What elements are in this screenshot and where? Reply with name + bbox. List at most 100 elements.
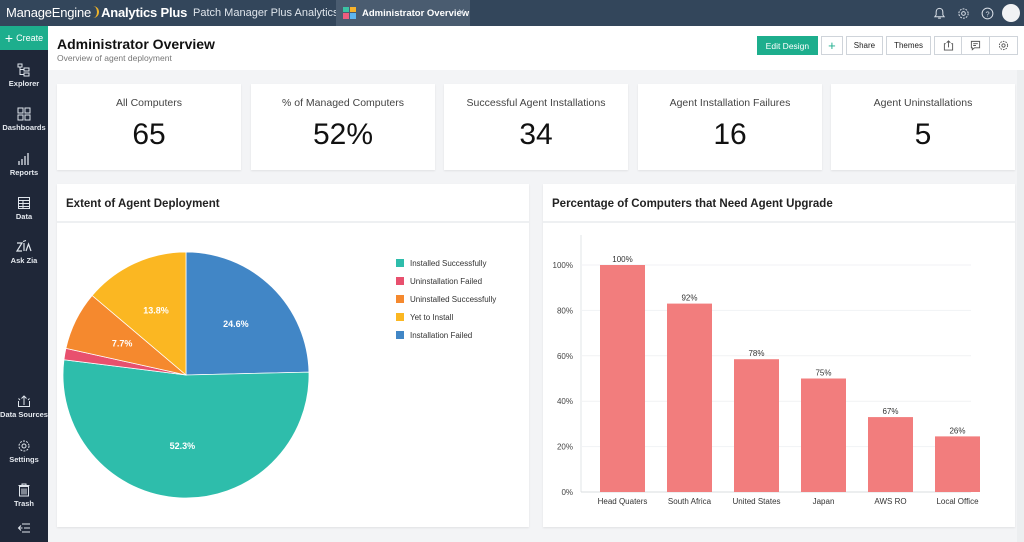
- share-button[interactable]: Share: [845, 36, 884, 55]
- gear-icon: [998, 40, 1009, 51]
- sidebar-item-settings[interactable]: Settings: [0, 439, 48, 464]
- bar-data-label: 92%: [681, 294, 697, 303]
- app-logo[interactable]: ManageEngine Analytics Plus: [6, 0, 187, 26]
- zia-icon: [16, 240, 32, 252]
- export-button[interactable]: [934, 36, 962, 55]
- legend-item[interactable]: Installed Successfully: [396, 254, 496, 272]
- bar-local-office[interactable]: [935, 436, 980, 492]
- legend-item[interactable]: Uninstallation Failed: [396, 272, 496, 290]
- themes-button[interactable]: Themes: [886, 36, 931, 55]
- bar-head-quaters[interactable]: [600, 265, 645, 492]
- workspace-selector[interactable]: Patch Manager Plus Analytics⌄: [193, 0, 350, 26]
- tab-administrator-overview[interactable]: Administrator Overview ×: [336, 0, 470, 26]
- brand-name-part2: Analytics Plus: [101, 5, 188, 20]
- explorer-tree-icon: [17, 63, 30, 77]
- kpi-uninstallations[interactable]: Agent Uninstallations 5: [831, 84, 1015, 170]
- bar-aws-ro[interactable]: [868, 417, 913, 492]
- legend-swatch: [396, 331, 404, 339]
- bar-japan[interactable]: [801, 378, 846, 493]
- kpi-all-computers[interactable]: All Computers 65: [57, 84, 241, 170]
- pie-slice-installation-failed[interactable]: [185, 251, 310, 376]
- x-tick-label: Head Quaters: [598, 497, 648, 506]
- pie-data-label: 7.7%: [112, 338, 133, 348]
- sidebar-item-dashboards[interactable]: Dashboards: [0, 107, 48, 132]
- kpi-title: All Computers: [116, 97, 182, 109]
- pie-slice-installed-successfully[interactable]: [62, 359, 310, 499]
- legend-label: Installed Successfully: [410, 258, 487, 268]
- legend-label: Uninstalled Successfully: [410, 294, 497, 304]
- gear-icon[interactable]: [951, 0, 975, 26]
- sidebar-item-data-sources[interactable]: Data Sources: [0, 394, 48, 419]
- y-tick-label: 40%: [557, 397, 573, 406]
- collapse-sidebar-button[interactable]: [0, 522, 48, 536]
- legend-item[interactable]: Yet to Install: [396, 308, 496, 326]
- bar-south-africa[interactable]: [667, 303, 712, 492]
- plus-icon: +: [4, 30, 14, 46]
- dashboard-tab-icon: [343, 7, 356, 19]
- kpi-value: 65: [132, 118, 166, 151]
- legend-label: Installation Failed: [410, 330, 473, 340]
- bar-chart-title: Percentage of Computers that Need Agent …: [543, 184, 1015, 223]
- settings-button[interactable]: [990, 36, 1018, 55]
- avatar[interactable]: [1002, 4, 1020, 22]
- kpi-title: Agent Uninstallations: [873, 97, 973, 109]
- kpi-value: 16: [713, 118, 747, 151]
- sidebar-item-trash[interactable]: Trash: [0, 483, 48, 508]
- data-table-icon: [18, 197, 30, 209]
- kpi-title: % of Managed Computers: [282, 97, 404, 109]
- page-title: Administrator Overview: [57, 36, 215, 52]
- legend-item[interactable]: Installation Failed: [396, 326, 496, 344]
- legend-swatch: [396, 277, 404, 285]
- brand-name-part1: ManageEngine: [6, 5, 92, 20]
- close-icon[interactable]: ×: [458, 6, 465, 18]
- bar-chart: 0% 20% 40% 60% 80% 100% 100% Head Quaters 92% Sou…: [553, 235, 980, 506]
- bar-united-states[interactable]: [734, 359, 779, 492]
- tab-label: Administrator Overview: [362, 7, 470, 19]
- sidebar-item-explorer[interactable]: Explorer: [0, 63, 48, 88]
- bar-chart-panel: Percentage of Computers that Need Agent …: [543, 184, 1015, 527]
- scrollbar[interactable]: [1017, 70, 1024, 542]
- create-button[interactable]: + Create: [0, 26, 48, 50]
- y-tick-label: 100%: [553, 261, 573, 270]
- create-label: Create: [16, 33, 44, 43]
- kpi-managed-computers[interactable]: % of Managed Computers 52%: [251, 84, 435, 170]
- sidebar-label: Explorer: [8, 79, 40, 88]
- add-button[interactable]: +: [821, 36, 843, 55]
- kpi-value: 5: [914, 118, 932, 151]
- kpi-successful-installations[interactable]: Successful Agent Installations 34: [444, 84, 628, 170]
- sidebar-item-ask-zia[interactable]: Ask Zia: [0, 240, 48, 265]
- x-tick-label: Japan: [813, 497, 835, 506]
- pie-chart-panel: Extent of Agent Deployment 24.6% 52.3% 7.7…: [57, 184, 529, 527]
- help-icon[interactable]: ?: [975, 0, 999, 26]
- legend-item[interactable]: Uninstalled Successfully: [396, 290, 496, 308]
- comment-button[interactable]: [962, 36, 990, 55]
- top-bar: ManageEngine Analytics Plus Patch Manager…: [0, 0, 1024, 26]
- y-tick-label: 20%: [557, 443, 573, 452]
- bar-data-label: 78%: [748, 349, 764, 358]
- pie-data-label: 52.3%: [170, 441, 196, 451]
- legend-label: Uninstallation Failed: [410, 276, 483, 286]
- data-sources-icon: [18, 395, 30, 407]
- sidebar-label: Trash: [13, 499, 34, 508]
- pie-chart: 24.6% 52.3% 7.7% 13.8%: [62, 251, 310, 499]
- sidebar-item-reports[interactable]: Reports: [0, 152, 48, 177]
- sidebar-item-data[interactable]: Data: [0, 196, 48, 221]
- export-icon: [943, 40, 953, 51]
- pie-data-label: 24.6%: [223, 319, 249, 329]
- kpi-value: 34: [519, 118, 553, 151]
- bell-icon[interactable]: [927, 0, 951, 26]
- y-tick-label: 60%: [557, 352, 573, 361]
- dashboards-grid-icon: [17, 107, 31, 121]
- sidebar-label: Data Sources: [0, 410, 48, 419]
- bar-data-label: 75%: [815, 369, 831, 378]
- bar-data-label: 26%: [949, 426, 965, 435]
- kpi-installation-failures[interactable]: Agent Installation Failures 16: [638, 84, 822, 170]
- brand-swoosh-icon: [91, 6, 100, 18]
- bar-data-label: 67%: [882, 407, 898, 416]
- pie-chart-title: Extent of Agent Deployment: [57, 184, 529, 223]
- reports-bars-icon: [18, 153, 29, 165]
- svg-text:?: ?: [985, 9, 989, 18]
- x-tick-label: AWS RO: [874, 497, 906, 506]
- sidebar: + Create Explorer Dashboards Reports Dat…: [0, 26, 48, 542]
- edit-design-button[interactable]: Edit Design: [756, 36, 819, 55]
